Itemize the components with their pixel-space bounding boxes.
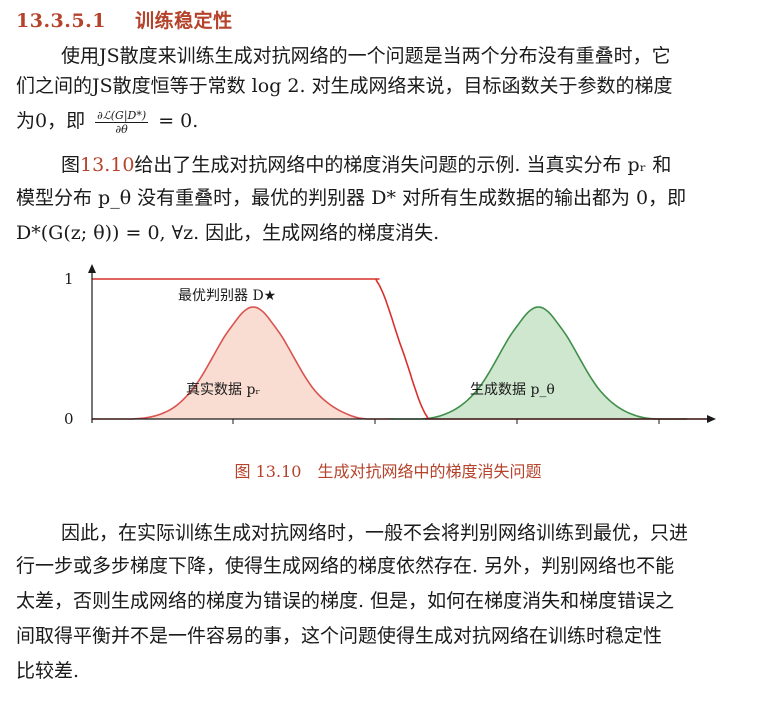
para3-line4: 间取得平衡并不是一件容易的事，这个问题使得生成对抗网络在训练时稳定性 (16, 625, 663, 647)
gradient-vanishing-figure: 1 0 最优判别器 D★ 真实数据 pᵣ 生成数据 p_θ (64, 264, 716, 428)
para3-line3: 太差，否则生成网络的梯度为错误的梯度. 但是，如何在梯度消失和梯度错误之 (16, 590, 675, 612)
section-title: 训练稳定性 (135, 10, 233, 32)
caption-text: 生成对抗网络中的梯度消失问题 (317, 462, 542, 481)
y-tick-label-0: 0 (64, 410, 74, 428)
para2-line2: 模型分布 p_θ 没有重叠时，最优的判别器 D* 对所有生成数据的输出都为 0，… (16, 187, 687, 209)
fraction-numerator: ∂ℒ(G|D*) (95, 108, 149, 123)
para1-line1: 使用JS散度来训练生成对抗网络的一个问题是当两个分布没有重叠时，它 (61, 45, 671, 67)
y-axis-arrow (88, 264, 96, 273)
section-number: 13.3.5.1 (16, 10, 106, 32)
para2-line1-pre: 图 (61, 154, 81, 176)
y-tick-label-1: 1 (64, 270, 74, 288)
section-heading: 13.3.5.1 训练稳定性 (16, 6, 233, 33)
model-data-label: 生成数据 p_θ (470, 382, 555, 398)
para1-line2: 们之间的JS散度恒等于常数 log 2. 对生成网络来说，目标函数关于参数的梯度 (16, 75, 673, 97)
para2-line1-post: 给出了生成对抗网络中的梯度消失问题的示例. 当真实分布 pᵣ 和 (134, 154, 672, 176)
model-data-curve-area (389, 307, 688, 419)
para1-line3: 为0，即 ∂ℒ(G|D*) ∂θ = 0. (16, 106, 198, 136)
figure-reference-link[interactable]: 13.10 (80, 154, 134, 176)
para3-line2: 行一步或多步梯度下降，使得生成网络的梯度依然存在. 另外，判别网络也不能 (16, 555, 675, 577)
para3-line1: 因此，在实际训练生成对抗网络时，一般不会将判别网络训练到最优，只进 (61, 522, 689, 544)
real-data-curve-area (92, 307, 390, 419)
x-axis-arrow (707, 415, 716, 423)
fraction-denominator: ∂θ (115, 122, 128, 136)
caption-number: 图 13.10 (234, 462, 302, 481)
para3-line5: 比较差. (16, 660, 80, 682)
figure-caption: 图 13.10 生成对抗网络中的梯度消失问题 (0, 458, 776, 482)
discriminator-label: 最优判别器 D★ (178, 288, 276, 304)
para1-line3-prefix: 为0，即 (16, 110, 86, 132)
para2-line3: D*(G(z; θ)) = 0, ∀z. 因此，生成网络的梯度消失. (16, 222, 440, 244)
para1-line3-suffix: = 0. (158, 110, 199, 132)
real-data-label: 真实数据 pᵣ (186, 382, 260, 398)
para2-line1: 图13.10给出了生成对抗网络中的梯度消失问题的示例. 当真实分布 pᵣ 和 (16, 150, 671, 180)
gradient-fraction: ∂ℒ(G|D*) ∂θ (95, 108, 149, 136)
